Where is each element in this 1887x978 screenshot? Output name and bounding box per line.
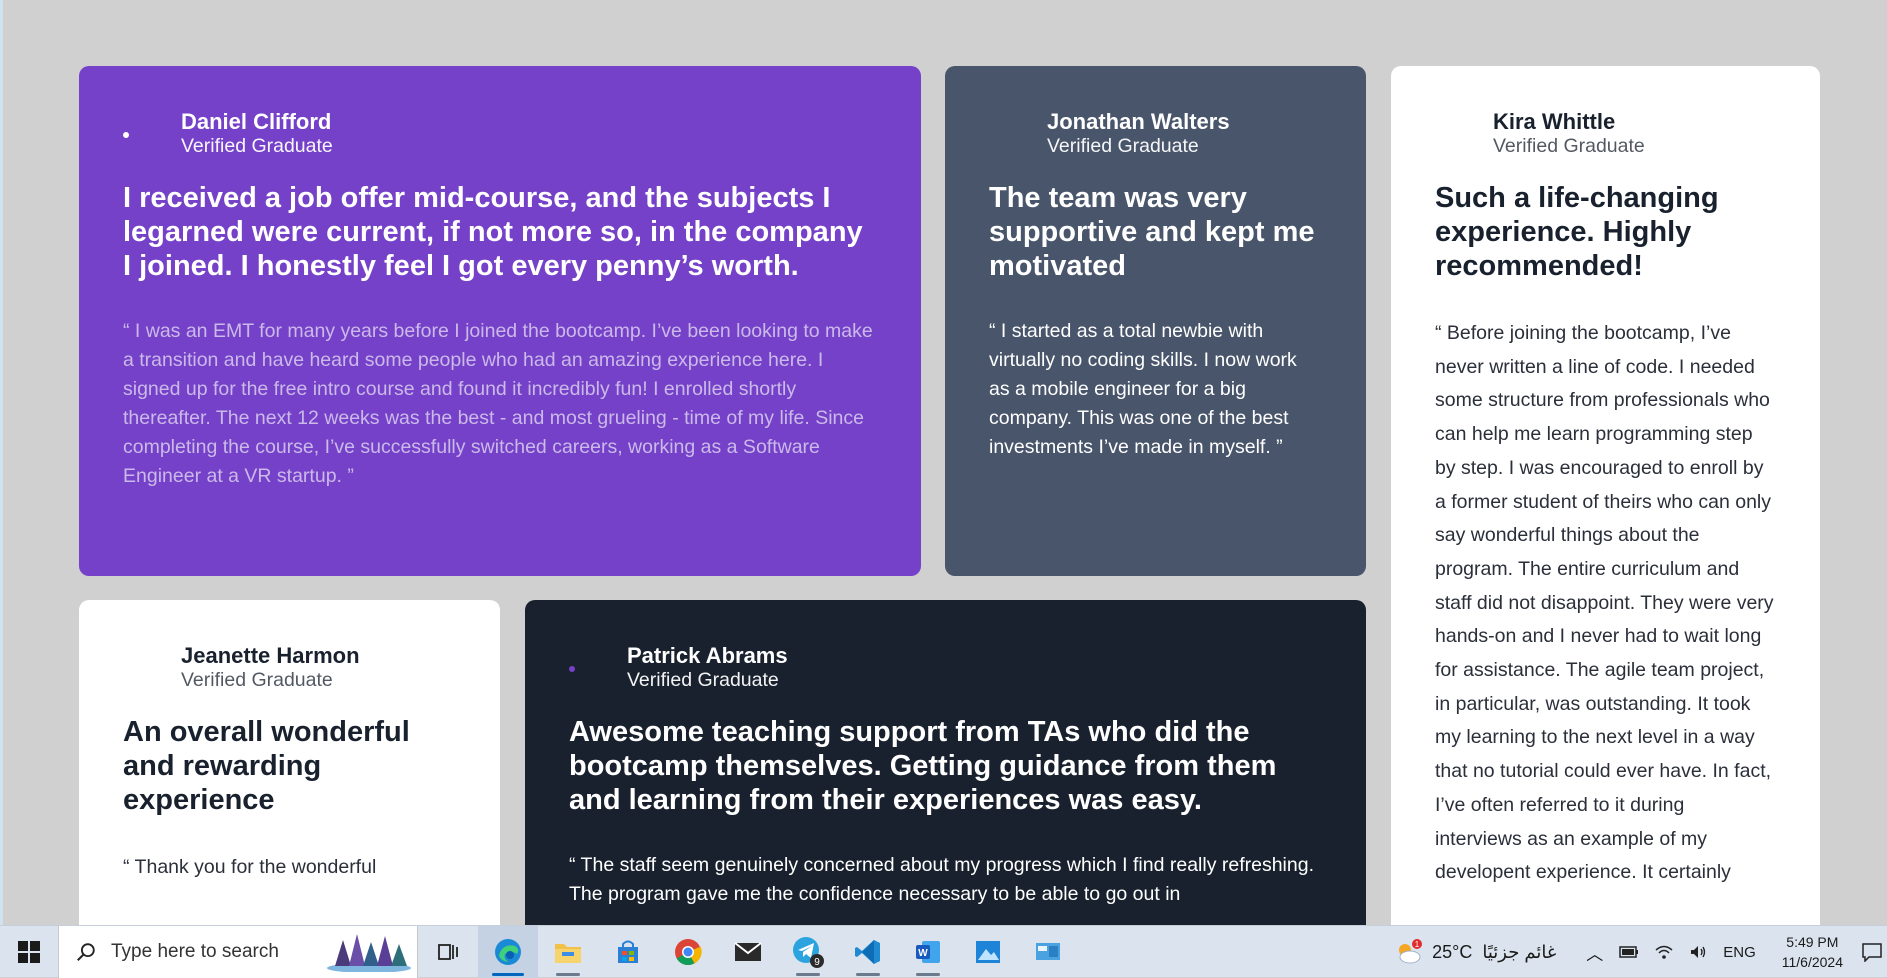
author-role: Verified Graduate — [181, 135, 333, 157]
language-indicator[interactable]: ENG — [1723, 944, 1756, 961]
windows-logo-icon — [18, 940, 40, 963]
search-placeholder: Type here to search — [111, 940, 279, 962]
card-header: Patrick Abrams Verified Graduate — [569, 643, 1322, 693]
task-view-icon[interactable] — [418, 926, 478, 978]
testimonial-quote: “ Before joining the bootcamp, I’ve neve… — [1435, 322, 1774, 884]
avatar — [123, 120, 151, 148]
page-viewport: Daniel Clifford Verified Graduate I rece… — [0, 0, 1887, 925]
taskbar-search[interactable]: Type here to search — [58, 925, 418, 978]
testimonial-quote: “ I was an EMT for many years before I j… — [123, 320, 873, 487]
testimonial-headline: Awesome teaching support from TAs who di… — [569, 716, 1277, 816]
weather-badge: 1 — [1415, 940, 1420, 949]
chrome-icon[interactable] — [658, 926, 718, 978]
testimonial-headline: The team was very supportive and kept me… — [989, 182, 1315, 282]
author-name: Kira Whittle — [1493, 109, 1616, 134]
temperature: 25°C — [1432, 941, 1473, 962]
file-explorer-icon[interactable] — [538, 926, 598, 978]
testimonial-card-patrick: Patrick Abrams Verified Graduate Awesome… — [525, 600, 1366, 925]
testimonial-headline: Such a life-changing experience. Highly … — [1435, 182, 1719, 282]
testimonial-quote: “ I started as a total newbie with virtu… — [989, 320, 1297, 458]
photos-icon[interactable] — [958, 926, 1018, 978]
author-role: Verified Graduate — [1493, 135, 1645, 157]
testimonial-quote: “ Thank you for the wonderful — [123, 856, 377, 878]
testimonial-quote: “ The staff seem genuinely concerned abo… — [569, 854, 1314, 905]
clock-time: 5:49 PM — [1786, 934, 1839, 950]
avatar — [123, 654, 151, 682]
control-panel-icon[interactable] — [1018, 926, 1078, 978]
card-header: Jonathan Walters Verified Graduate — [989, 109, 1322, 159]
edge-icon[interactable] — [478, 925, 538, 978]
author-role: Verified Graduate — [1047, 135, 1199, 157]
telegram-icon[interactable]: 9 — [778, 926, 838, 978]
vscode-icon[interactable] — [838, 926, 898, 978]
testimonial-card-jeanette: Jeanette Harmon Verified Graduate An ove… — [79, 600, 500, 925]
author-name: Jonathan Walters — [1047, 109, 1230, 134]
testimonial-card-kira: Kira Whittle Verified Graduate Such a li… — [1391, 66, 1820, 925]
avatar — [989, 120, 1017, 148]
weather-widget[interactable]: 1 25°C غائم جزئيًا — [1394, 938, 1556, 966]
search-highlight-icon — [327, 933, 411, 972]
wifi-icon[interactable] — [1655, 944, 1673, 960]
testimonial-card-daniel: Daniel Clifford Verified Graduate I rece… — [79, 66, 921, 576]
system-tray: 1 25°C غائم جزئيًا ︿ ENG 5:49 PM 11/6/20… — [1394, 926, 1887, 978]
author-name: Jeanette Harmon — [181, 643, 360, 668]
telegram-badge: 9 — [814, 957, 820, 968]
taskbar: Type here to search 9 W 1 25°C غائم جزئي… — [0, 925, 1887, 978]
store-icon[interactable] — [598, 926, 658, 978]
avatar — [1435, 120, 1463, 148]
start-button[interactable] — [0, 926, 58, 978]
weather-text: غائم جزئيًا — [1482, 941, 1557, 962]
svg-text:W: W — [918, 948, 928, 959]
chevron-up-icon[interactable]: ︿ — [1586, 940, 1603, 965]
author-name: Daniel Clifford — [181, 109, 332, 134]
volume-icon[interactable] — [1689, 944, 1707, 960]
word-icon[interactable]: W — [898, 926, 958, 978]
notification-icon[interactable] — [1857, 942, 1887, 962]
testimonial-headline: I received a job offer mid-course, and t… — [123, 182, 863, 282]
avatar — [569, 654, 597, 682]
weather-icon: 1 — [1399, 939, 1423, 964]
author-name: Patrick Abrams — [627, 643, 788, 668]
window-left-edge — [0, 0, 3, 925]
author-role: Verified Graduate — [627, 669, 779, 691]
card-header: Daniel Clifford Verified Graduate — [123, 109, 877, 159]
testimonial-card-jonathan: Jonathan Walters Verified Graduate The t… — [945, 66, 1366, 576]
battery-icon[interactable] — [1619, 944, 1639, 960]
card-header: Kira Whittle Verified Graduate — [1435, 109, 1776, 159]
testimonial-headline: An overall wonderful and rewarding exper… — [123, 716, 410, 816]
clock-date: 11/6/2024 — [1781, 954, 1843, 970]
search-icon — [77, 942, 95, 961]
clock[interactable]: 5:49 PM 11/6/2024 — [1782, 932, 1843, 972]
mail-icon[interactable] — [718, 926, 778, 978]
card-header: Jeanette Harmon Verified Graduate — [123, 643, 456, 693]
author-role: Verified Graduate — [181, 669, 333, 691]
